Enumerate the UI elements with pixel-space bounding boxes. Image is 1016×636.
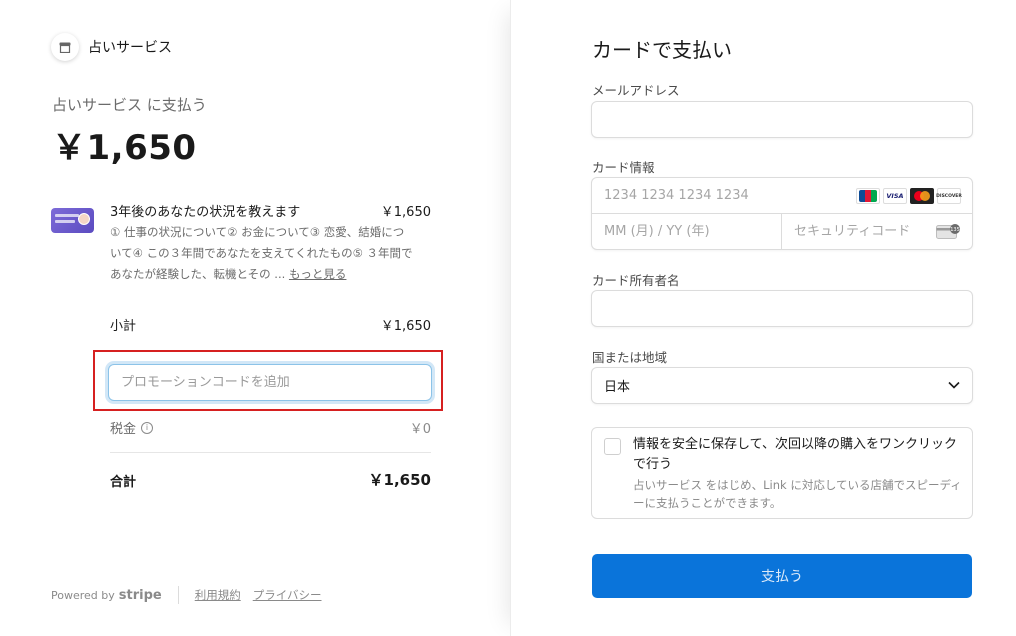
card-expiry-input[interactable] — [592, 214, 782, 249]
discover-icon: DISCOVER — [936, 188, 962, 204]
card-brand-icons: VISA DISCOVER — [856, 188, 962, 204]
total-amount: ￥1,650 — [52, 128, 197, 168]
info-icon[interactable]: i — [141, 421, 154, 434]
powered-by-text: Powered by — [51, 588, 115, 602]
tax-value: ￥0 — [409, 422, 431, 437]
card-info-label: カード情報 — [592, 160, 655, 175]
footer: Powered by stripe 利用規約 プライバシー — [51, 586, 334, 604]
save-info-description: 占いサービス をはじめ、Link に対応している店舗でスピーディーに支払うことが… — [633, 478, 962, 510]
country-value: 日本 — [604, 380, 631, 395]
cardholder-label: カード所有者名 — [592, 273, 680, 288]
merchant-name: 占いサービス — [88, 40, 172, 56]
email-label: メールアドレス — [592, 83, 680, 98]
pay-to-label: 占いサービス に支払う — [52, 96, 207, 114]
card-info-group: VISA DISCOVER 135 — [591, 177, 973, 250]
jcb-icon — [856, 188, 880, 204]
cvc-card-icon: 135 — [936, 224, 960, 239]
privacy-link[interactable]: プライバシー — [253, 587, 322, 603]
visa-icon: VISA — [883, 188, 907, 204]
subtotal-label: 小計 — [110, 319, 137, 334]
total-value: ￥1,650 — [368, 471, 431, 489]
merchant-header[interactable]: 占いサービス — [51, 33, 172, 61]
order-summary-pane: 占いサービス 占いサービス に支払う ￥1,650 3年後のあなたの状況を教えま… — [0, 0, 510, 636]
product-description: ① 仕事の状況について② お金について③ 恋愛、結婚について④ この３年間であな… — [110, 222, 415, 285]
product-description-text: ① 仕事の状況について② お金について③ 恋愛、結婚について④ この３年間であな… — [110, 225, 413, 281]
cardholder-field[interactable] — [591, 290, 973, 327]
save-info-box: 情報を安全に保存して、次回以降の購入をワンクリックで行う 占いサービス をはじめ… — [591, 427, 973, 519]
mastercard-icon — [910, 188, 934, 204]
stripe-logo[interactable]: stripe — [119, 588, 162, 603]
save-info-checkbox[interactable] — [604, 438, 621, 455]
product-thumbnail — [51, 208, 94, 233]
country-select[interactable]: 日本 — [591, 367, 973, 404]
total-label: 合計 — [110, 475, 137, 490]
divider — [110, 452, 431, 453]
product-title: 3年後のあなたの状況を教えます — [110, 205, 301, 220]
svg-text:135: 135 — [950, 227, 960, 233]
tax-row-label: 税金 i — [110, 418, 154, 437]
payment-title: カードで支払い — [592, 38, 732, 62]
subtotal-value: ￥1,650 — [380, 319, 431, 334]
product-price: ￥1,650 — [380, 205, 431, 220]
save-info-title: 情報を安全に保存して、次回以降の購入をワンクリックで行う — [633, 437, 957, 472]
tax-label: 税金 — [110, 422, 137, 437]
chevron-down-icon — [948, 381, 960, 389]
footer-separator — [177, 586, 179, 604]
terms-link[interactable]: 利用規約 — [195, 587, 241, 603]
pay-button[interactable]: 支払う — [592, 554, 972, 598]
show-more-link[interactable]: もっと見る — [289, 267, 347, 281]
country-label: 国または地域 — [592, 350, 668, 365]
payment-pane: カードで支払い メールアドレス カード情報 VISA DISCOVER 135 … — [510, 0, 1016, 636]
email-field[interactable] — [591, 101, 973, 138]
store-icon — [51, 33, 79, 61]
promo-code-input[interactable] — [108, 364, 432, 401]
